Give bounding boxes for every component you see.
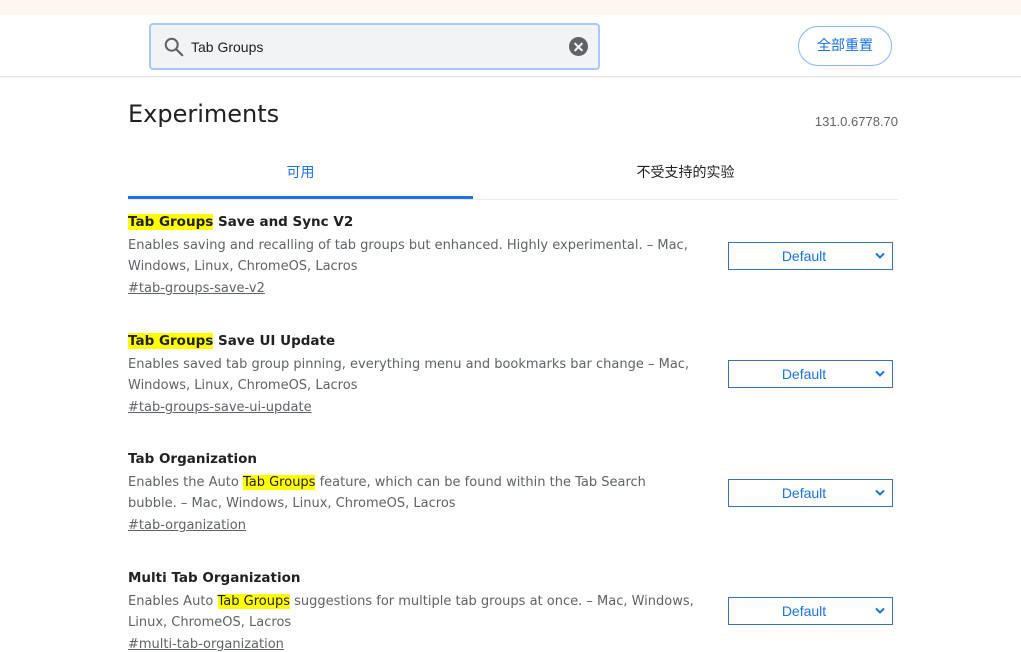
experiment-title-rest: Save and Sync V2	[213, 214, 354, 230]
experiment-title: Tab Groups Save and Sync V2	[128, 212, 898, 232]
search-highlight: Tab Groups	[242, 475, 316, 490]
search-box[interactable]	[149, 23, 600, 70]
experiment-description: Enables Auto Tab Groups suggestions for …	[128, 591, 698, 633]
experiment-state-select[interactable]: Default	[728, 360, 893, 388]
experiment-title: Tab Organization	[128, 451, 258, 467]
desc-text: Enables the Auto	[128, 475, 243, 490]
select-value: Default	[781, 366, 827, 382]
experiment-permalink[interactable]: #tab-organization	[128, 516, 246, 536]
chevron-down-icon	[875, 370, 885, 377]
experiment-tab-groups-save-v2: Tab Groups Save and Sync V2 Enables savi…	[128, 212, 898, 299]
top-strip	[0, 0, 1021, 15]
version-label: 131.0.6778.70	[814, 114, 898, 129]
search-icon	[164, 37, 184, 57]
search-highlight: Tab Groups	[217, 594, 291, 609]
experiment-multi-tab-organization: Multi Tab Organization Enables Auto Tab …	[128, 568, 898, 652]
experiment-title: Tab Groups Save UI Update	[128, 331, 898, 351]
select-value: Default	[781, 603, 827, 619]
experiment-title-rest: Save UI Update	[213, 333, 336, 349]
experiment-description: Enables saving and recalling of tab grou…	[128, 238, 688, 274]
experiment-tab-organization: Tab Organization Enables the Auto Tab Gr…	[128, 449, 898, 536]
search-highlight: Tab Groups	[128, 333, 214, 349]
tab-unsupported[interactable]: 不受支持的实验	[513, 150, 858, 199]
experiment-tab-groups-save-ui-update: Tab Groups Save UI Update Enables saved …	[128, 331, 898, 418]
select-value: Default	[781, 248, 827, 264]
search-input[interactable]	[191, 25, 561, 68]
experiment-permalink[interactable]: #multi-tab-organization	[128, 635, 284, 652]
experiment-state-select[interactable]: Default	[728, 597, 893, 625]
experiment-title: Multi Tab Organization	[128, 570, 301, 586]
experiment-description: Enables the Auto Tab Groups feature, whi…	[128, 472, 698, 514]
experiment-permalink[interactable]: #tab-groups-save-ui-update	[128, 398, 312, 418]
select-value: Default	[781, 485, 827, 501]
experiment-permalink[interactable]: #tab-groups-save-v2	[128, 279, 265, 299]
experiment-state-select[interactable]: Default	[728, 479, 893, 507]
reset-all-button[interactable]: 全部重置	[798, 26, 892, 66]
chevron-down-icon	[875, 607, 885, 614]
tab-bar: 可用 不受支持的实验	[128, 150, 898, 200]
page-title: Experiments	[128, 100, 280, 128]
tab-available[interactable]: 可用	[128, 150, 473, 199]
chevron-down-icon	[875, 489, 885, 496]
clear-icon[interactable]	[569, 37, 588, 56]
desc-text: Enables Auto	[128, 594, 218, 609]
search-highlight: Tab Groups	[128, 214, 214, 230]
experiment-description: Enables saved tab group pinning, everyth…	[128, 357, 690, 393]
experiment-state-select[interactable]: Default	[728, 242, 893, 270]
chevron-down-icon	[875, 252, 885, 259]
header: 全部重置	[0, 15, 1021, 77]
